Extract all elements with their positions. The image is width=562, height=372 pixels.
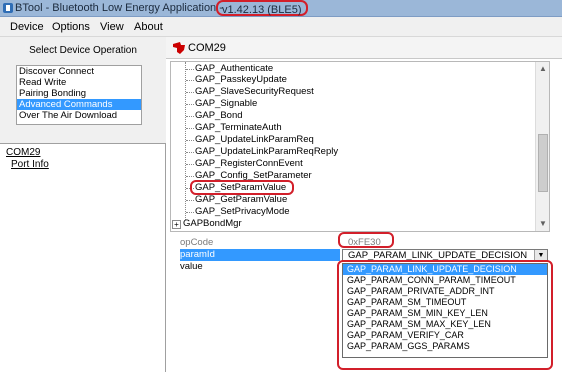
parameter-grid: opCode 0xFE30 paramId GAP_PARAM_LINK_UPD…: [170, 232, 558, 372]
operation-read-write[interactable]: Read Write: [17, 77, 141, 88]
command-gap-registerconnevent[interactable]: GAP_RegisterConnEvent: [195, 158, 303, 169]
opcode-label: opCode: [180, 237, 214, 248]
tree-tick: [186, 128, 194, 129]
left-panel: Select Device Operation Discover Connect…: [0, 37, 166, 372]
command-gap-bond[interactable]: GAP_Bond: [195, 110, 243, 121]
device-node-com29[interactable]: COM29: [6, 147, 40, 158]
menu-device[interactable]: Device: [10, 21, 44, 33]
command-gap-authenticate[interactable]: GAP_Authenticate: [195, 63, 273, 74]
command-gap-updatelinkparamreq[interactable]: GAP_UpdateLinkParamReq: [195, 134, 314, 145]
command-tree-scrollbar[interactable]: ▲ ▼: [535, 62, 549, 231]
tree-tick: [186, 69, 194, 70]
tree-tick: [186, 116, 194, 117]
expand-plus-icon[interactable]: +: [172, 220, 181, 229]
highlight-opcode: [338, 232, 394, 248]
menu-view[interactable]: View: [100, 21, 124, 33]
title-bar: BTool - Bluetooth Low Energy Application…: [0, 0, 562, 17]
ti-logo-icon: [173, 42, 185, 54]
command-tree: GAP_Authenticate GAP_PasskeyUpdate GAP_S…: [170, 61, 550, 232]
tree-tick: [186, 104, 194, 105]
device-tab-title: COM29: [188, 42, 226, 54]
menu-bar: Device Options View About: [0, 17, 562, 37]
select-operation-label: Select Device Operation: [29, 45, 137, 56]
operation-advanced-commands[interactable]: Advanced Commands: [17, 99, 141, 110]
app-icon: [3, 3, 13, 13]
operation-list[interactable]: Discover Connect Read Write Pairing Bond…: [16, 65, 142, 125]
highlight-dropdown: [337, 260, 553, 370]
value-label: value: [180, 261, 203, 272]
tree-tick: [186, 152, 194, 153]
menu-about[interactable]: About: [134, 21, 163, 33]
operation-discover-connect[interactable]: Discover Connect: [17, 66, 141, 77]
command-gap-setprivacymode[interactable]: GAP_SetPrivacyMode: [195, 206, 290, 217]
command-gap-slavesecurityrequest[interactable]: GAP_SlaveSecurityRequest: [195, 86, 314, 97]
device-tree: COM29 Port Info: [0, 143, 166, 372]
port-info-link[interactable]: Port Info: [11, 159, 49, 170]
group-gapbondmgr[interactable]: GAPBondMgr: [183, 218, 242, 229]
tree-tick: [186, 140, 194, 141]
param-row-opcode: opCode 0xFE30: [170, 232, 558, 249]
window-title: BTool - Bluetooth Low Energy Application…: [15, 2, 223, 14]
command-gap-passkeyupdate[interactable]: GAP_PasskeyUpdate: [195, 74, 287, 85]
tree-tick: [186, 92, 194, 93]
command-gap-terminateauth[interactable]: GAP_TerminateAuth: [195, 122, 282, 133]
tree-tick: [186, 80, 194, 81]
window-version: v1.42.13 (BLE5): [216, 0, 308, 16]
command-gap-getparamvalue[interactable]: GAP_GetParamValue: [195, 194, 287, 205]
device-tab[interactable]: COM29: [166, 37, 562, 59]
tree-tick: [186, 176, 194, 177]
tree-connector: [185, 62, 186, 220]
command-gap-updatelinkparamreqreply[interactable]: GAP_UpdateLinkParamReqReply: [195, 146, 338, 157]
highlight-setparamvalue: [190, 180, 294, 195]
tree-tick: [186, 212, 194, 213]
scroll-up-icon[interactable]: ▲: [536, 62, 549, 76]
tree-tick: [186, 200, 194, 201]
command-gap-signable[interactable]: GAP_Signable: [195, 98, 257, 109]
tree-tick: [186, 164, 194, 165]
scrollbar-thumb[interactable]: [538, 134, 548, 192]
menu-options[interactable]: Options: [52, 21, 90, 33]
scroll-down-icon[interactable]: ▼: [536, 217, 549, 231]
operation-ota-download[interactable]: Over The Air Download: [17, 110, 141, 121]
paramid-label: paramId: [180, 249, 340, 261]
operation-pairing-bonding[interactable]: Pairing Bonding: [17, 88, 141, 99]
right-panel: COM29 GAP_Authenticate GAP_PasskeyUpdate…: [166, 37, 562, 372]
